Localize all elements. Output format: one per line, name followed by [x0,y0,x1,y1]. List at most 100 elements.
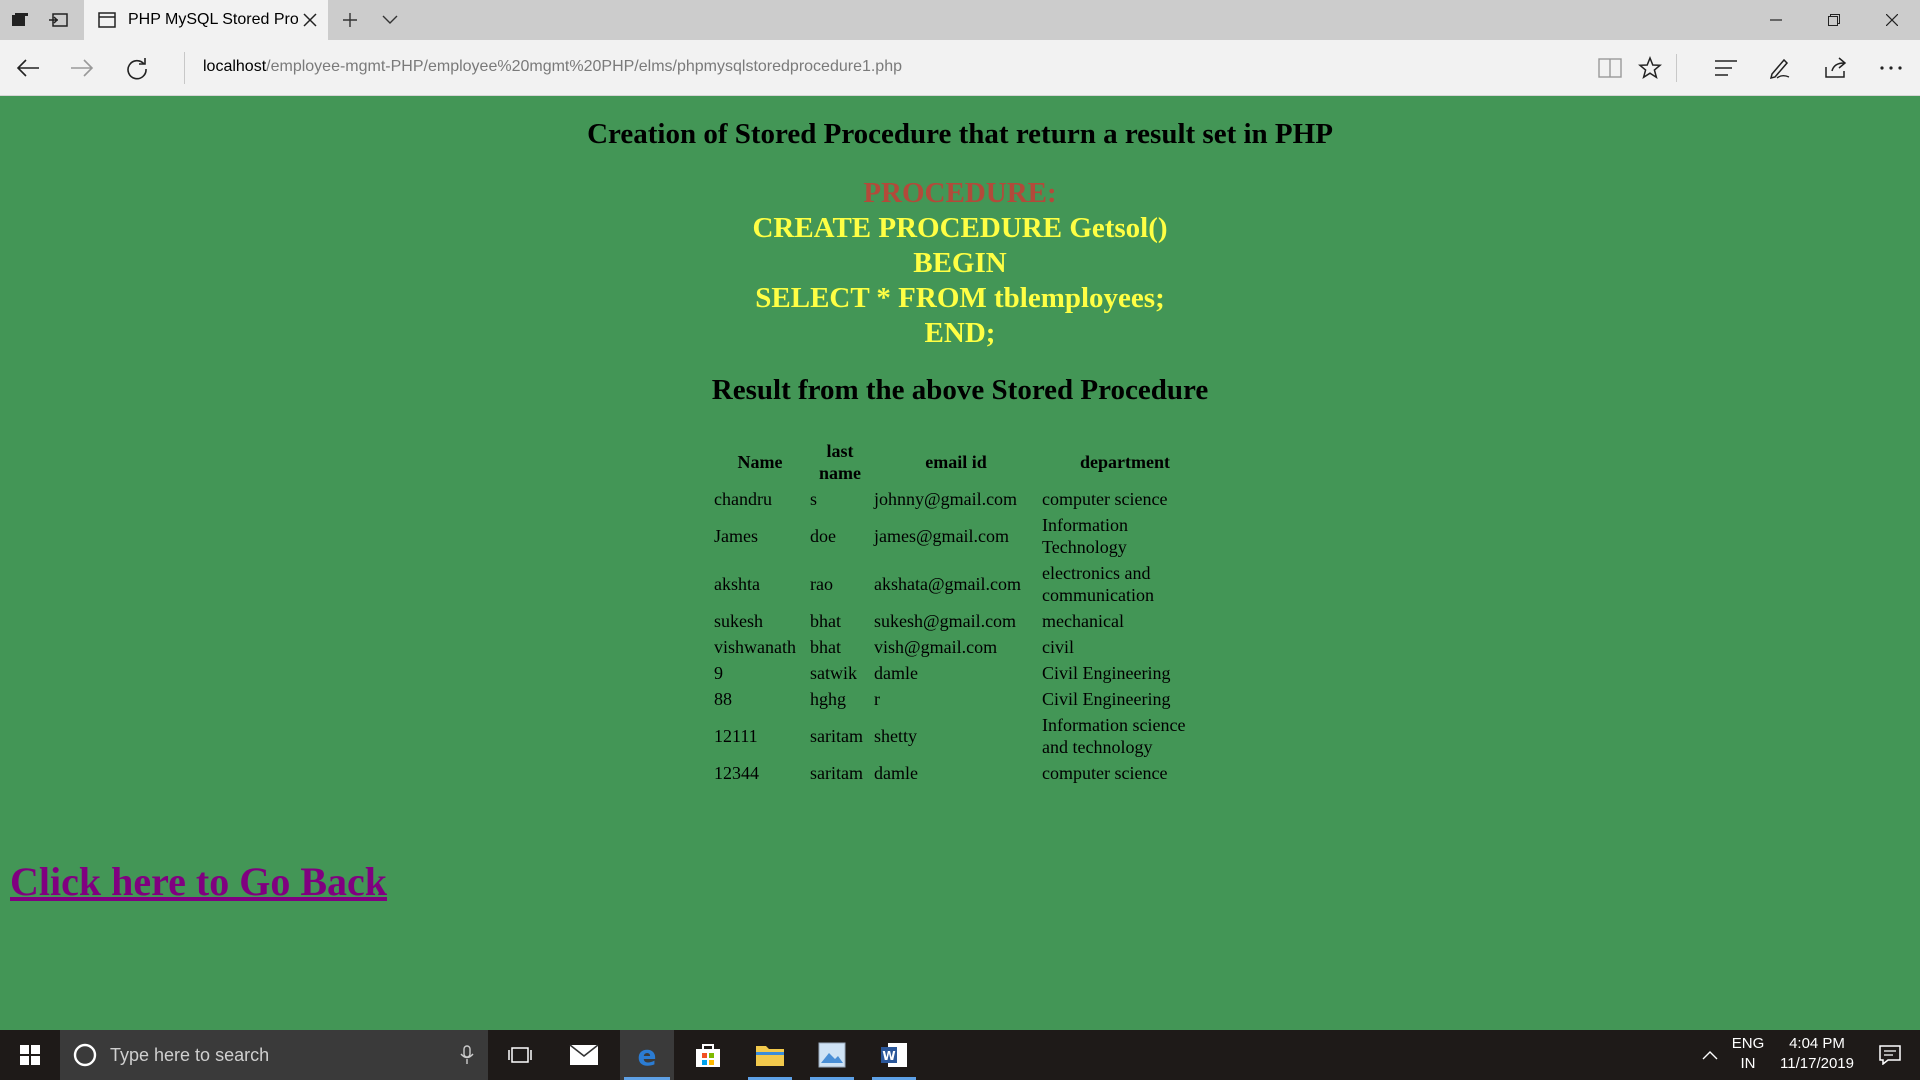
cell-department: Information science and technology [1042,715,1186,757]
windows-start-icon[interactable] [0,1030,60,1080]
cell-email: sukesh@gmail.com [874,611,1017,631]
address-separator [184,52,185,84]
procedure-line: CREATE PROCEDURE Getsol() [752,212,1168,244]
cell-name: 88 [714,689,732,709]
hub-icon[interactable] [1712,54,1740,82]
cell-department: Civil Engineering [1042,689,1171,709]
tab-title: PHP MySQL Stored Proc [128,11,298,28]
address-bar[interactable]: localhost/employee-mgmt-PHP/employee%20m… [203,58,902,76]
column-header-department: department [1080,452,1170,472]
table-row: James doe james@gmail.com Information Te… [714,514,1208,558]
back-arrow-icon[interactable] [14,54,42,82]
column-header-last-name: last name [819,441,861,483]
cell-last-name: rao [810,574,833,594]
cortana-icon [73,1043,97,1067]
table-row: 9 satwik damle Civil Engineering [714,662,1208,684]
table-row: 12111 saritam shetty Information science… [714,714,1208,758]
notifications-icon[interactable] [1866,1030,1914,1080]
cell-name: 9 [714,663,723,683]
pen-icon[interactable] [1766,54,1794,82]
clock-time: 4:04 PM [1789,1035,1845,1052]
procedure-label: PROCEDURE: [863,177,1057,209]
page-icon [98,12,116,28]
cell-department: mechanical [1042,611,1124,631]
refresh-icon[interactable] [123,54,151,82]
forward-arrow-icon[interactable] [68,54,96,82]
favorite-star-icon[interactable] [1636,54,1664,82]
cell-last-name: saritam [810,726,863,746]
cell-department: civil [1042,637,1074,657]
share-icon[interactable] [1822,54,1850,82]
taskbar-search-box[interactable]: Type here to search [60,1030,488,1080]
chevron-down-icon[interactable] [378,8,402,32]
result-heading: Result from the above Stored Procedure [711,374,1209,406]
tab-active[interactable]: PHP MySQL Stored Proc [84,0,328,40]
employee-table: Name last name email id department chand… [710,436,1212,788]
cell-department: computer science [1042,763,1168,783]
close-window-icon[interactable] [1864,0,1920,40]
table-row: sukesh bhat sukesh@gmail.com mechanical [714,610,1208,632]
table-row: 88 hghg r Civil Engineering [714,688,1208,710]
cell-email: damle [874,763,918,783]
photos-icon[interactable] [806,1030,858,1080]
table-row: vishwanath bhat vish@gmail.com civil [714,636,1208,658]
cell-last-name: doe [810,526,836,546]
toolbar-separator [1676,54,1677,82]
cell-name: chandru [714,489,772,509]
cell-last-name: satwik [810,663,857,683]
address-host: localhost [203,58,267,75]
clock-date: 11/17/2019 [1780,1055,1854,1072]
region-code: IN [1740,1055,1756,1072]
close-tab-icon[interactable] [300,10,320,30]
restore-icon[interactable] [1806,0,1862,40]
page-heading: Creation of Stored Procedure that return… [587,118,1333,150]
cell-department: electronics and communication [1042,563,1154,605]
chevron-up-icon[interactable] [1698,1030,1722,1080]
cell-name: sukesh [714,611,763,631]
browser-nav-bar: localhost/employee-mgmt-PHP/employee%20m… [0,40,1920,96]
task-view-icon[interactable] [496,1030,544,1080]
tab-actions-icon[interactable] [8,8,32,32]
table-row: chandru s johnny@gmail.com computer scie… [714,488,1208,510]
cell-email: james@gmail.com [874,526,1010,546]
browser-tab-bar: PHP MySQL Stored Proc [0,0,1920,40]
search-placeholder: Type here to search [110,1044,270,1065]
mail-icon[interactable] [558,1030,610,1080]
svg-text:W: W [882,1049,895,1063]
procedure-line: SELECT * FROM tblemployees; [755,282,1165,314]
clock[interactable]: 4:04 PM 11/17/2019 [1770,1034,1864,1074]
reading-view-icon[interactable] [1596,54,1624,82]
cell-name: James [714,526,758,546]
cell-department: computer science [1042,489,1168,509]
new-tab-icon[interactable] [338,8,362,32]
input-language[interactable]: ENG IN [1728,1034,1768,1074]
store-icon[interactable] [682,1030,734,1080]
cell-last-name: hghg [810,689,846,709]
cell-last-name: bhat [810,637,841,657]
minimize-icon[interactable] [1748,0,1804,40]
microphone-icon[interactable] [460,1045,474,1065]
table-row: 12344 saritam damle computer science [714,762,1208,784]
procedure-block: PROCEDURE: CREATE PROCEDURE Getsol() BEG… [0,176,1920,351]
column-header-email: email id [925,452,987,472]
set-tabs-aside-icon[interactable] [46,8,70,32]
column-header-name: Name [737,452,783,472]
cell-department: Information Technology [1042,515,1128,557]
cell-name: 12111 [714,726,758,746]
language-code: ENG [1731,1035,1765,1052]
page-content: Creation of Stored Procedure that return… [0,96,1920,1030]
cell-email: vish@gmail.com [874,637,998,657]
more-icon[interactable] [1877,54,1905,82]
cell-email: damle [874,663,918,683]
cell-name: 12344 [714,763,759,783]
word-icon[interactable]: W [868,1030,920,1080]
cell-email: shetty [874,726,917,746]
procedure-line: BEGIN [913,247,1007,279]
edge-browser-icon[interactable]: e [620,1030,674,1080]
procedure-line: END; [924,317,996,349]
cell-email: akshata@gmail.com [874,574,1022,594]
file-explorer-icon[interactable] [744,1030,796,1080]
cell-department: Civil Engineering [1042,663,1171,683]
cell-last-name: bhat [810,611,841,631]
go-back-link[interactable]: Click here to Go Back [10,858,387,905]
